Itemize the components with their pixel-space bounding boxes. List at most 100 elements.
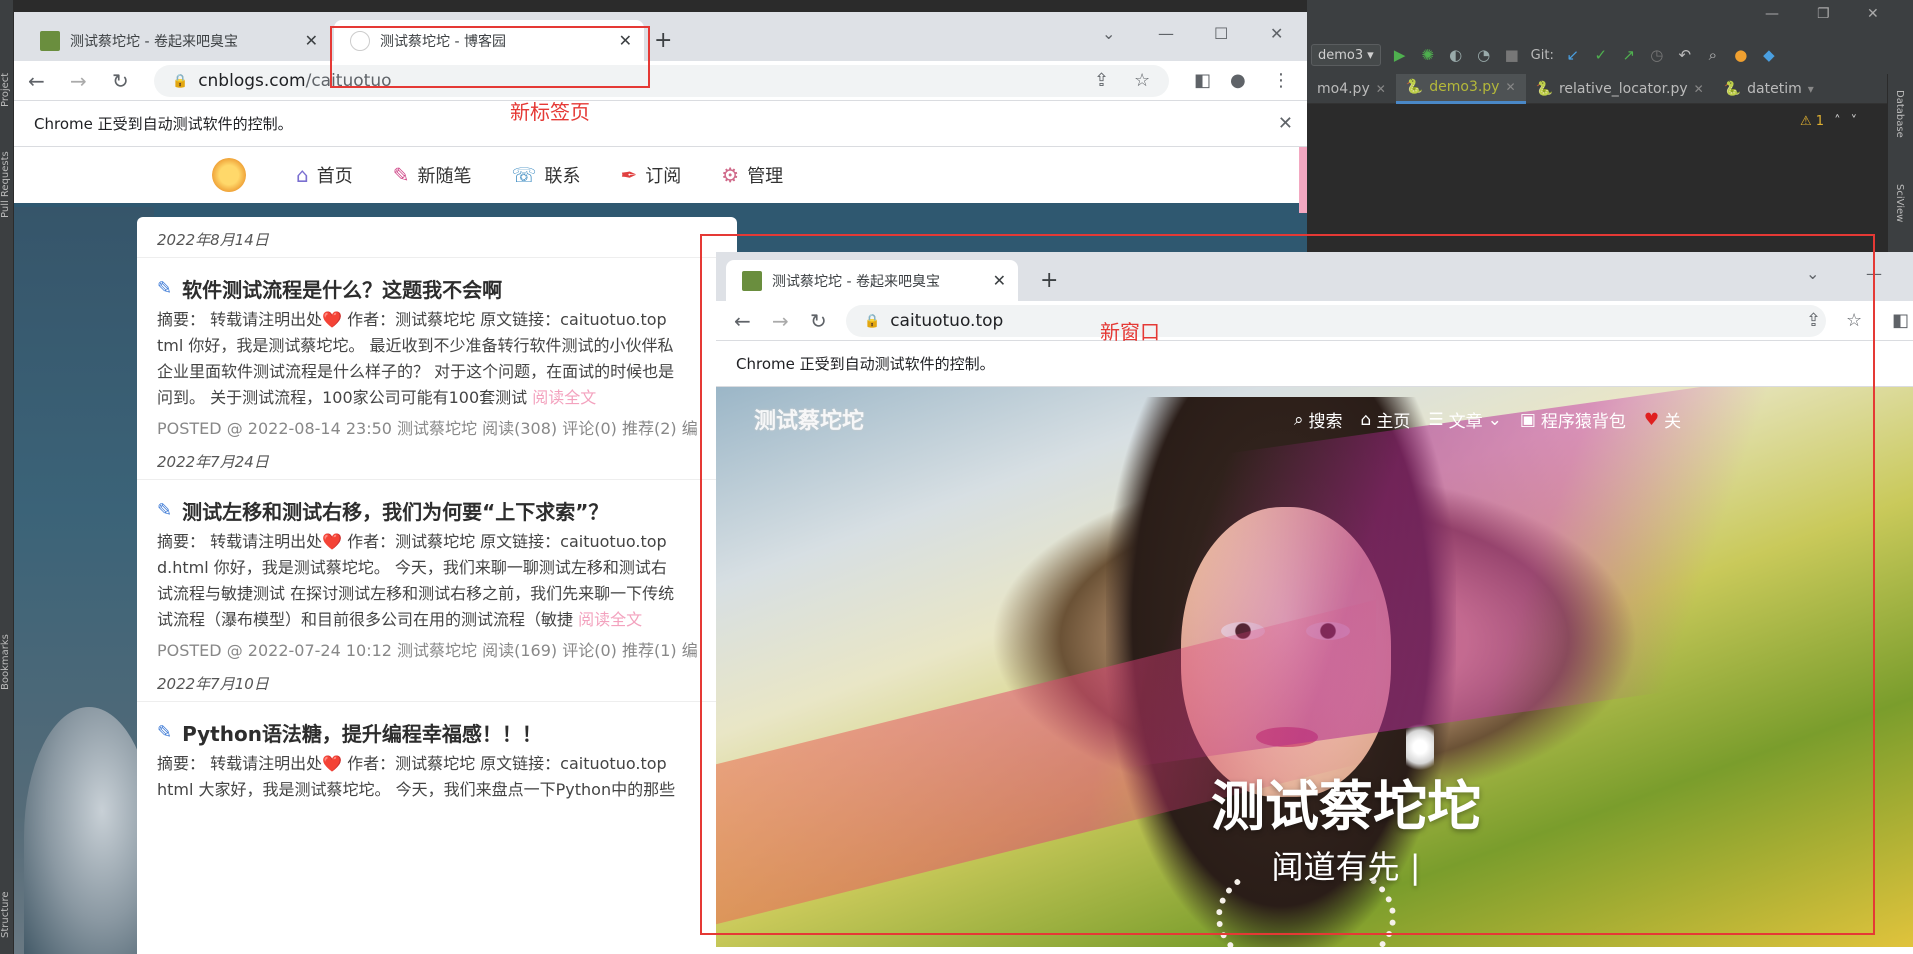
tool-tab-bookmarks[interactable]: Bookmarks	[0, 625, 14, 700]
run-config-label: demo3	[1318, 47, 1364, 63]
run-icon[interactable]: ▶	[1391, 46, 1409, 64]
tab-title: 测试蔡坨坨 - 卷起来吧臭宝	[70, 33, 238, 50]
summary-line: html 大家好，我是测试蔡坨坨。 今天，我们来盘点一下Python中的那些	[157, 780, 676, 799]
editor-tab[interactable]: 🐍 relative_locator.py ✕	[1526, 74, 1714, 104]
post-title-text: Python语法糖，提升编程幸福感！！！	[182, 722, 542, 746]
editor-tab[interactable]: 🐍 datetim ▾	[1714, 74, 1824, 104]
nav-label: 联系	[544, 166, 581, 187]
git-update-icon[interactable]: ↙	[1564, 46, 1582, 64]
search-icon[interactable]: ⌕	[1704, 46, 1722, 64]
post-summary: 摘要： 转载请注明出处❤️ 作者：测试蔡坨坨 原文链接：caituotuo.to…	[157, 307, 737, 411]
chevron-down-icon[interactable]: ▾	[1808, 82, 1814, 96]
close-icon[interactable]: ✕	[1505, 80, 1515, 94]
plugin-icon[interactable]: ◆	[1760, 46, 1778, 64]
rollback-icon[interactable]: ↶	[1676, 46, 1694, 64]
post-meta: POSTED @ 2022-08-14 23:50 测试蔡坨坨 阅读(308) …	[157, 419, 698, 438]
tab-search-icon[interactable]: ⌄	[1102, 24, 1115, 43]
close-icon[interactable]: ✕	[1376, 82, 1386, 96]
tool-tab-structure[interactable]: Structure	[0, 880, 14, 950]
git-commit-icon[interactable]: ✓	[1592, 46, 1610, 64]
post-list: 2022年8月14日 ✎ 软件测试流程是什么？这题我不会啊 摘要： 转载请注明出处…	[137, 217, 757, 954]
tool-tab-project[interactable]: Project	[0, 60, 14, 120]
scrollbar[interactable]	[1299, 147, 1307, 213]
automation-infobar: Chrome 正受到自动测试软件的控制。 ✕	[14, 101, 1307, 147]
reload-icon[interactable]: ↻	[112, 69, 129, 93]
tab-strip: 测试蔡坨坨 - 卷起来吧臭宝 ✕ 测试蔡坨坨 - 博客园 ✕ + ⌄ — ☐ ✕	[14, 12, 1307, 61]
post-meta: POSTED @ 2022-07-24 10:12 测试蔡坨坨 阅读(169) …	[157, 641, 698, 660]
nav-manage[interactable]: ⚙ 管理	[721, 162, 783, 188]
editor-tab[interactable]: mo4.py ✕	[1307, 74, 1396, 104]
chevron-down-icon[interactable]: ˅	[1851, 114, 1858, 129]
update-icon[interactable]: ●	[1732, 46, 1750, 64]
git-push-icon[interactable]: ↗	[1620, 46, 1638, 64]
pencil-icon: ✎	[157, 500, 173, 521]
contact-icon: ☏	[511, 163, 537, 187]
chevron-up-icon[interactable]: ˄	[1834, 114, 1841, 129]
nav-new-post[interactable]: ✎ 新随笔	[393, 162, 472, 188]
summary-line: 摘要： 转载请注明出处❤️ 作者：测试蔡坨坨 原文链接：caituotuo.to…	[157, 310, 667, 329]
annotation-box-new-window	[700, 234, 1875, 935]
close-icon[interactable]: ✕	[1694, 82, 1704, 96]
house-icon: ⌂	[296, 163, 309, 187]
post-title[interactable]: ✎ Python语法糖，提升编程幸福感！！！	[157, 718, 737, 747]
site-favicon	[40, 30, 60, 51]
back-icon[interactable]: ←	[28, 69, 45, 93]
tool-tab-sciview[interactable]: SciView	[1894, 184, 1905, 222]
nav-subscribe[interactable]: ✒ 订阅	[620, 162, 681, 188]
editor-tab-active[interactable]: 🐍 demo3.py ✕	[1395, 73, 1526, 104]
read-more-link[interactable]: 阅读全文	[532, 388, 596, 407]
nav-label: 管理	[747, 166, 784, 187]
post-title[interactable]: ✎ 软件测试流程是什么？这题我不会啊	[157, 274, 737, 303]
read-more-link[interactable]: 阅读全文	[578, 610, 642, 629]
nav-home[interactable]: ⌂ 首页	[296, 162, 353, 188]
run-config-select[interactable]: demo3 ▾	[1311, 44, 1381, 66]
coverage-icon[interactable]: ◐	[1447, 46, 1465, 64]
ide-close-icon[interactable]: ✕	[1867, 6, 1879, 22]
lock-icon: 🔒	[172, 73, 189, 89]
summary-line: tml 你好，我是测试蔡坨坨。 最近收到不少准备转行软件测试的小伙伴私	[157, 336, 674, 355]
side-panel-icon[interactable]: ◧	[1892, 310, 1909, 331]
profile-avatar-icon[interactable]: ●	[1230, 70, 1246, 91]
inspection-widget[interactable]: ⚠ 1 ˄ ˅	[1800, 114, 1857, 129]
post-summary: 摘要： 转载请注明出处❤️ 作者：测试蔡坨坨 原文链接：caituotuo.to…	[157, 529, 737, 633]
profile-icon[interactable]: ◔	[1475, 46, 1493, 64]
post-date: 2022年8月14日	[157, 231, 269, 249]
close-icon[interactable]: ✕	[1278, 113, 1293, 134]
chevron-down-icon: ▾	[1367, 47, 1374, 63]
post-title[interactable]: ✎ 测试左移和测试右移，我们为何要“上下求索”？	[157, 496, 737, 525]
share-icon[interactable]: ⇪	[1094, 70, 1109, 91]
ide-left-toolstrip: Project Pull Requests Bookmarks Structur…	[0, 0, 14, 954]
browser-tab[interactable]: 测试蔡坨坨 - 卷起来吧臭宝 ✕	[24, 20, 330, 61]
stop-icon[interactable]: ■	[1503, 46, 1521, 64]
tool-tab-database[interactable]: Database	[1894, 90, 1905, 138]
divider	[137, 257, 757, 258]
debug-icon[interactable]: ✺	[1419, 46, 1437, 64]
maximize-icon[interactable]: ☐	[1214, 24, 1228, 43]
sun-logo-icon[interactable]	[212, 158, 246, 192]
pencil-icon: ✎	[157, 722, 173, 743]
history-icon[interactable]: ◷	[1648, 46, 1666, 64]
window-close-icon[interactable]: ✕	[1270, 24, 1283, 43]
new-tab-icon[interactable]: +	[654, 28, 672, 53]
side-panel-icon[interactable]: ◧	[1194, 70, 1211, 91]
forward-icon[interactable]: →	[70, 69, 87, 93]
git-label: Git:	[1530, 47, 1554, 63]
blog-nav: ⌂ 首页 ✎ 新随笔 ☏ 联系 ✒ 订阅 ⚙ 管理	[14, 147, 1307, 203]
ide-restore-icon[interactable]: ❐	[1817, 6, 1830, 22]
post-title-text: 测试左移和测试右移，我们为何要“上下求索”？	[182, 500, 609, 524]
menu-kebab-icon[interactable]: ⋮	[1272, 70, 1290, 91]
gear-icon: ⚙	[721, 163, 740, 187]
bookmark-star-icon[interactable]: ☆	[1134, 70, 1150, 91]
url-field[interactable]: 🔒 cnblogs.com/caituotuo	[154, 65, 1169, 97]
editor-tab-label: datetim	[1747, 80, 1802, 97]
ide-minimize-icon[interactable]: —	[1765, 6, 1779, 22]
pencil-icon: ✎	[157, 278, 173, 299]
summary-line: 试流程与敏捷测试 在探讨测试左移和测试右移之前，我们先来聊一下传统	[157, 584, 675, 603]
nav-contact[interactable]: ☏ 联系	[511, 162, 580, 188]
minimize-icon[interactable]: —	[1158, 24, 1174, 43]
tool-tab-pull-requests[interactable]: Pull Requests	[0, 140, 14, 230]
close-icon[interactable]: ✕	[305, 31, 318, 50]
post-date: 2022年7月24日	[157, 453, 269, 471]
editor-tab-label: mo4.py	[1317, 80, 1370, 97]
divider	[137, 701, 757, 702]
